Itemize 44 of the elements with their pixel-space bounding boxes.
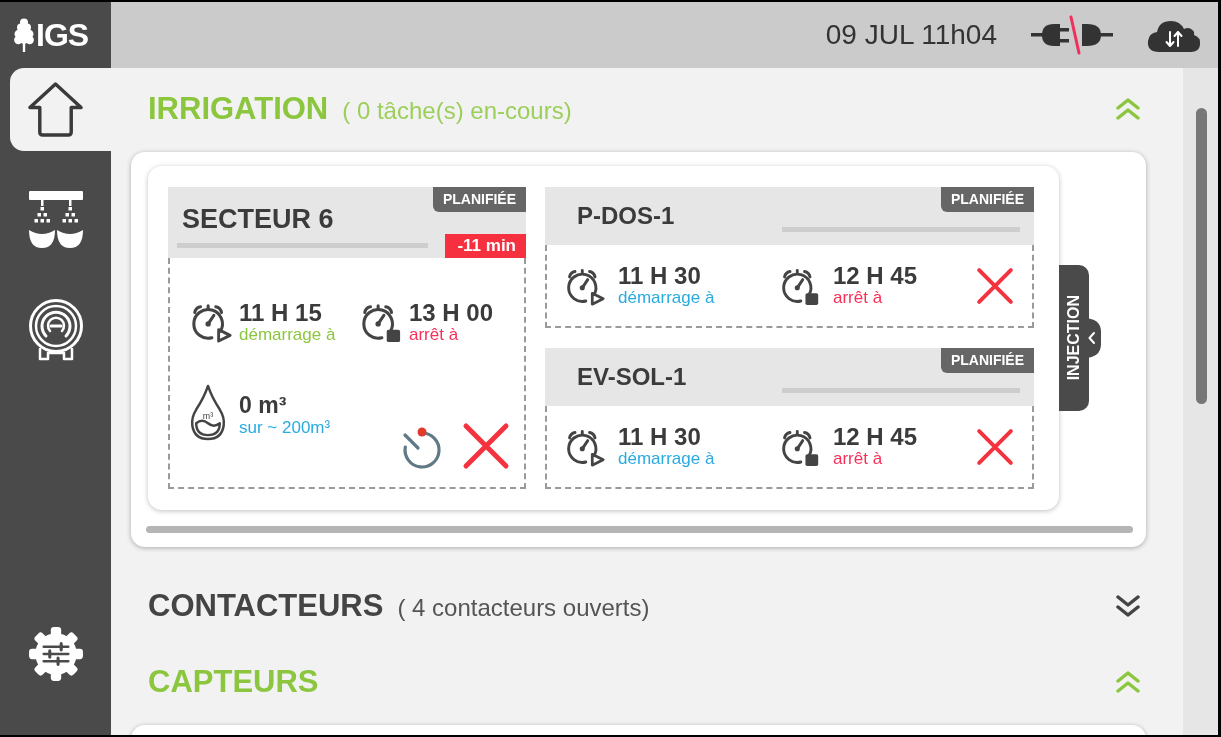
section-subtitle: ( 4 contacteurs ouverts): [397, 594, 650, 622]
sprinkler-icon: [28, 190, 83, 249]
start-time: 11 H 30: [618, 264, 702, 288]
tree-icon: [14, 18, 34, 52]
start-label: démarrage à: [618, 288, 715, 307]
task-title: EV-SOL-1: [576, 363, 687, 391]
delay-badge: -11 min: [445, 234, 526, 258]
section-title: CONTACTEURS: [148, 588, 384, 624]
volume-target: sur ~ 200m³: [239, 418, 331, 438]
plug-icon[interactable]: [1031, 15, 1113, 55]
date-time: 09 JUL 11h04: [825, 19, 997, 51]
scrollbar-thumb[interactable]: [1196, 108, 1207, 404]
start-label: démarrage à: [618, 449, 715, 468]
chevron-double-down-icon[interactable]: [1116, 595, 1140, 617]
task-title: P-DOS-1: [576, 202, 675, 230]
stop-time: 12 H 45: [833, 425, 918, 449]
volume-value: 0 m³: [239, 393, 288, 418]
scrollbar-thumb[interactable]: [146, 526, 1133, 533]
close-icon[interactable]: [976, 266, 1014, 305]
water-drop-icon: m³: [190, 384, 226, 441]
stop-label: arrêt à: [833, 449, 884, 468]
stop-label: arrêt à: [409, 324, 460, 344]
status-badge: PLANIFIÉE: [940, 187, 1034, 212]
stop-time: 13 H 00: [409, 300, 494, 325]
close-icon[interactable]: [462, 422, 510, 470]
stop-time: 12 H 45: [833, 264, 918, 288]
house-icon: [27, 81, 84, 138]
section-title: IRRIGATION: [148, 91, 329, 127]
status-badge: PLANIFIÉE: [940, 348, 1034, 373]
section-subtitle: ( 0 tâche(s) en-cours): [342, 97, 572, 125]
cloud-arrows-icon[interactable]: [1147, 18, 1201, 52]
timer-icon[interactable]: [400, 426, 442, 470]
gear-icon: [27, 625, 84, 682]
stop-label: arrêt à: [833, 288, 884, 307]
task-title: SECTEUR 6: [182, 205, 335, 233]
status-badge: PLANIFIÉE: [432, 187, 526, 212]
nav-item[interactable]: [10, 68, 111, 151]
section-title: CAPTEURS: [148, 664, 319, 700]
start-time: 11 H 15: [239, 300, 323, 325]
start-label: démarrage à: [239, 324, 336, 344]
close-icon[interactable]: [976, 427, 1014, 466]
start-time: 11 H 30: [618, 425, 702, 449]
reel-icon: [27, 298, 84, 361]
logo-text: IGS: [36, 19, 89, 51]
